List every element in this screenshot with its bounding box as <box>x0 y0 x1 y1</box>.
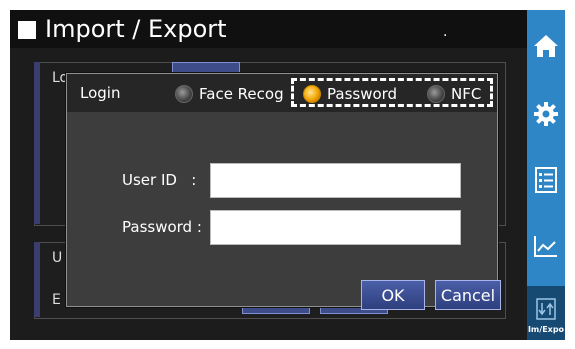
gear-icon <box>534 102 558 126</box>
right-sidebar: Im/Expo <box>527 10 565 340</box>
sidebar-item-import-export[interactable]: Im/Expo <box>527 286 565 340</box>
radio-face-recognition[interactable]: Face Recog <box>175 84 284 104</box>
sidebar-item-import-export-label: Im/Expo <box>527 325 565 334</box>
user-id-field[interactable] <box>210 163 461 198</box>
radio-face-recognition-label: Face Recog <box>199 85 284 103</box>
password-field[interactable] <box>210 210 461 245</box>
background-label-bottom-1: U <box>52 250 63 266</box>
sidebar-item-chart[interactable] <box>527 226 565 266</box>
dialog-title: Login <box>80 84 121 102</box>
dialog-header: Login Face Recog Password NFC <box>67 74 497 112</box>
face-recognition-option-clip: Face Recog <box>175 74 293 112</box>
sidebar-item-list[interactable] <box>527 160 565 200</box>
radio-face-recognition-indicator <box>175 85 193 103</box>
user-id-label: User ID : <box>122 171 197 189</box>
chart-icon <box>534 236 557 257</box>
password-label: Password : <box>122 218 202 236</box>
background-accent-bottom <box>34 242 40 317</box>
background-trailing-mark: . <box>443 24 448 40</box>
background-label-bottom-2: E <box>52 292 61 308</box>
main-area: Import / Export Lo U E Login Face Recog <box>10 10 527 340</box>
screen: Import / Export Lo U E Login Face Recog <box>10 10 565 340</box>
sidebar-item-settings[interactable] <box>527 94 565 134</box>
list-icon <box>535 167 557 193</box>
sidebar-item-home[interactable] <box>527 26 565 66</box>
title-bar: Import / Export <box>10 10 527 48</box>
ok-button[interactable]: OK <box>361 280 425 310</box>
title-square-icon <box>18 21 36 39</box>
cancel-button[interactable]: Cancel <box>435 280 501 310</box>
background-accent-top <box>34 62 40 224</box>
page-title: Import / Export <box>45 15 227 43</box>
login-dialog: Login Face Recog Password NFC User ID: … <box>66 73 501 310</box>
home-icon <box>534 35 558 57</box>
import-export-icon <box>536 298 556 320</box>
dashed-highlight-frame <box>291 78 493 107</box>
